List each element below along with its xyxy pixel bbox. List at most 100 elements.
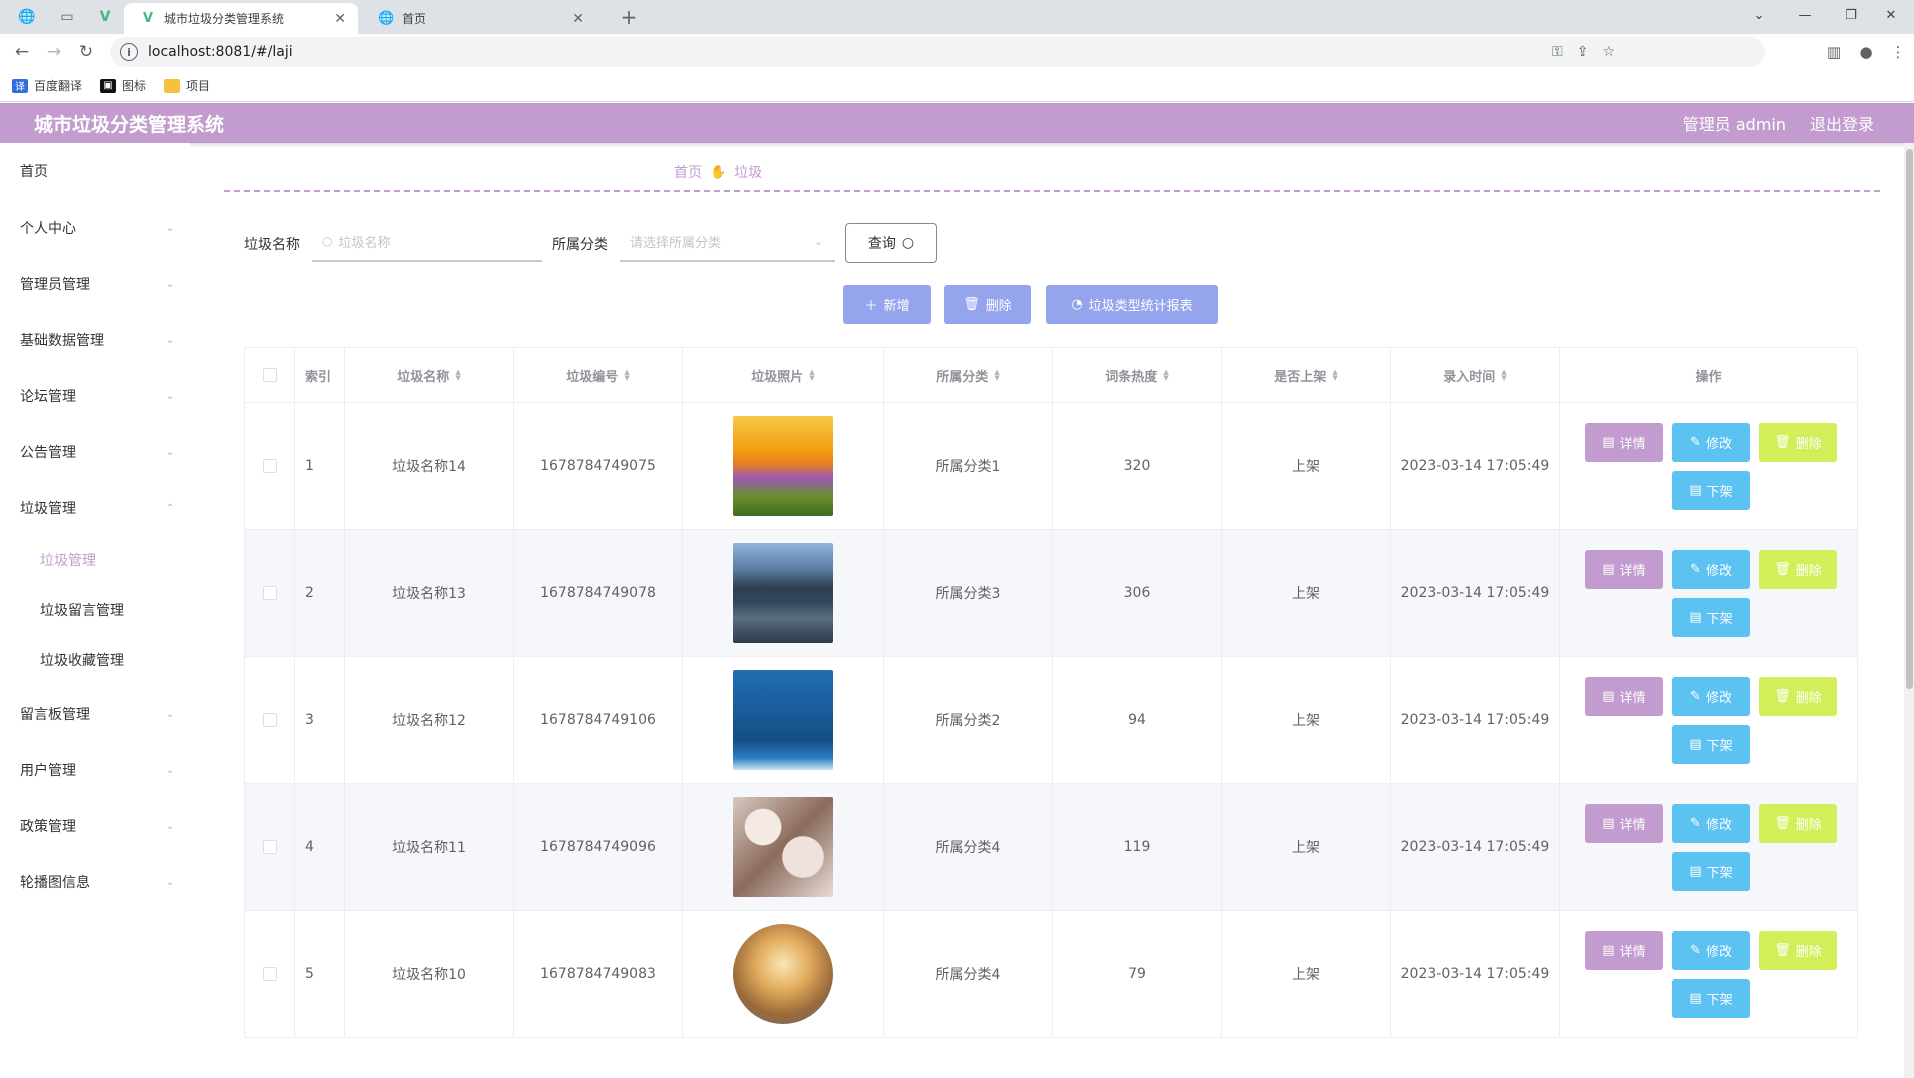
garbage-photo-image[interactable]	[733, 924, 833, 1024]
row-checkbox[interactable]	[262, 967, 277, 981]
key-icon[interactable]: ⚿	[1552, 44, 1563, 60]
window-close-button[interactable]: ✕	[1868, 0, 1914, 30]
header-heat[interactable]: 词条热度 ▲ ▼	[1053, 348, 1222, 402]
back-button[interactable]: ←	[8, 38, 36, 66]
edit-button[interactable]: ✎ 修改	[1672, 931, 1750, 970]
garbage-photo-image[interactable]	[733, 543, 833, 643]
unlist-button[interactable]: ▤ 下架	[1672, 852, 1750, 891]
delete-button[interactable]: 🗑 删除	[1759, 931, 1837, 970]
tab-active[interactable]: V 城市垃圾分类管理系统 ✕	[124, 3, 358, 34]
sidebar-item-garbage[interactable]: 垃圾管理 ⌃	[0, 480, 190, 536]
add-button[interactable]: ＋ 新增	[843, 285, 931, 324]
unlist-button[interactable]: ▤ 下架	[1672, 725, 1750, 764]
row-checkbox[interactable]	[262, 586, 277, 600]
bookmark-translate[interactable]: 译 百度翻译	[12, 77, 82, 94]
delete-button[interactable]: 🗑 删除	[1759, 550, 1837, 589]
tab-home[interactable]: 🌐 首页 ✕	[362, 3, 596, 34]
sort-icon[interactable]: ▲ ▼	[624, 369, 629, 382]
report-button[interactable]: ◔ 垃圾类型统计报表	[1046, 285, 1218, 324]
profile-icon[interactable]: ●	[1852, 38, 1880, 66]
query-button[interactable]: 查询 ○	[845, 223, 937, 263]
sidepanel-icon[interactable]: ▥	[1820, 38, 1848, 66]
header-photo[interactable]: 垃圾照片 ▲ ▼	[683, 348, 884, 402]
delete-button[interactable]: 🗑 删除	[1759, 677, 1837, 716]
garbage-photo-image[interactable]	[733, 416, 833, 516]
sidebar-subitem-garbage-comments[interactable]: 垃圾留言管理	[0, 585, 190, 635]
sidebar-item-admins[interactable]: 管理员管理 ⌄	[0, 256, 190, 312]
chevron-down-icon: ⌄	[813, 234, 823, 248]
sidebar-item-profile[interactable]: 个人中心 ⌄	[0, 200, 190, 256]
detail-button[interactable]: ▤ 详情	[1585, 423, 1663, 462]
header-listed[interactable]: 是否上架 ▲ ▼	[1222, 348, 1391, 402]
unlist-button[interactable]: ▤ 下架	[1672, 471, 1750, 510]
edit-button[interactable]: ✎ 修改	[1672, 804, 1750, 843]
cell-ops: ▤ 详情 ✎ 修改 🗑 删除 ▤ 下架	[1560, 657, 1857, 783]
bookmarks-bar: 译 百度翻译 ▣ 图标 项目	[0, 70, 1914, 102]
header-category[interactable]: 所属分类 ▲ ▼	[884, 348, 1053, 402]
vue-icon[interactable]: V	[88, 5, 122, 29]
translate-icon: 译	[12, 78, 28, 93]
info-icon[interactable]: i	[120, 43, 138, 61]
sort-icon[interactable]: ▲ ▼	[994, 369, 999, 382]
header-time[interactable]: 录入时间 ▲ ▼	[1391, 348, 1560, 402]
sort-icon[interactable]: ▲ ▼	[455, 369, 460, 382]
select-all-checkbox[interactable]	[262, 368, 277, 382]
sort-icon[interactable]: ▲ ▼	[1332, 369, 1337, 382]
header-code[interactable]: 垃圾编号 ▲ ▼	[514, 348, 683, 402]
sidebar-item-basedata[interactable]: 基础数据管理 ⌄	[0, 312, 190, 368]
edit-button[interactable]: ✎ 修改	[1672, 550, 1750, 589]
detail-button[interactable]: ▤ 详情	[1585, 804, 1663, 843]
sidebar-item-policy[interactable]: 政策管理 ⌄	[0, 798, 190, 854]
share-icon[interactable]: ⇪	[1577, 44, 1589, 60]
sort-icon[interactable]: ▲ ▼	[1501, 369, 1506, 382]
row-checkbox[interactable]	[262, 713, 277, 727]
blank-tab-icon[interactable]: ▭	[50, 5, 84, 29]
garbage-photo-image[interactable]	[733, 670, 833, 770]
page-scrollbar[interactable]	[1904, 143, 1914, 1078]
forward-button[interactable]: →	[40, 38, 68, 66]
unlist-button[interactable]: ▤ 下架	[1672, 979, 1750, 1018]
close-icon[interactable]: ✕	[334, 11, 346, 27]
unlist-button[interactable]: ▤ 下架	[1672, 598, 1750, 637]
sidebar-item-users[interactable]: 用户管理 ⌄	[0, 742, 190, 798]
search-icon: ○	[901, 235, 915, 251]
bookmark-projects[interactable]: 项目	[164, 77, 210, 94]
sort-icon[interactable]: ▲ ▼	[809, 369, 814, 382]
delete-button[interactable]: 🗑 删除	[1759, 804, 1837, 843]
detail-button[interactable]: ▤ 详情	[1585, 550, 1663, 589]
sidebar-item-home[interactable]: 首页	[0, 143, 190, 199]
new-tab-button[interactable]: +	[615, 4, 643, 30]
bookmark-icons[interactable]: ▣ 图标	[100, 77, 146, 94]
edit-button[interactable]: ✎ 修改	[1672, 423, 1750, 462]
sidebar-item-messageboard[interactable]: 留言板管理 ⌄	[0, 686, 190, 742]
address-bar[interactable]: i localhost:8081/#/laji ⚿ ⇪ ☆	[110, 37, 1765, 67]
detail-button[interactable]: ▤ 详情	[1585, 677, 1663, 716]
sort-icon[interactable]: ▲ ▼	[1163, 369, 1168, 382]
sidebar-subitem-garbage-favorites[interactable]: 垃圾收藏管理	[0, 635, 190, 685]
sidebar-item-forum[interactable]: 论坛管理 ⌄	[0, 368, 190, 424]
name-search-input[interactable]: ○ 垃圾名称	[312, 222, 542, 262]
divider	[224, 190, 1880, 192]
logout-link[interactable]: 退出登录	[1810, 111, 1874, 135]
chevron-down-icon[interactable]: ⌄	[1736, 0, 1782, 30]
detail-button[interactable]: ▤ 详情	[1585, 931, 1663, 970]
edit-button[interactable]: ✎ 修改	[1672, 677, 1750, 716]
header-name[interactable]: 垃圾名称 ▲ ▼	[345, 348, 514, 402]
bulk-delete-button[interactable]: 🗑 删除	[944, 285, 1031, 324]
close-icon[interactable]: ✕	[572, 11, 584, 27]
scrollbar-thumb[interactable]	[1906, 149, 1913, 689]
menu-icon[interactable]: ⋮	[1884, 38, 1912, 66]
breadcrumb-home[interactable]: 首页	[674, 162, 702, 182]
reload-button[interactable]: ↻	[72, 38, 100, 66]
row-checkbox[interactable]	[262, 459, 277, 473]
star-icon[interactable]: ☆	[1602, 44, 1615, 60]
globe-icon[interactable]: 🌐	[10, 5, 44, 29]
category-select[interactable]: 请选择所属分类 ⌄	[620, 222, 835, 262]
delete-button[interactable]: 🗑 删除	[1759, 423, 1837, 462]
sidebar-subitem-garbage[interactable]: 垃圾管理	[0, 535, 190, 585]
sidebar-item-notice[interactable]: 公告管理 ⌄	[0, 424, 190, 480]
row-checkbox[interactable]	[262, 840, 277, 854]
minimize-button[interactable]: —	[1782, 0, 1828, 30]
sidebar-item-carousel[interactable]: 轮播图信息 ⌄	[0, 854, 190, 910]
garbage-photo-image[interactable]	[733, 797, 833, 897]
